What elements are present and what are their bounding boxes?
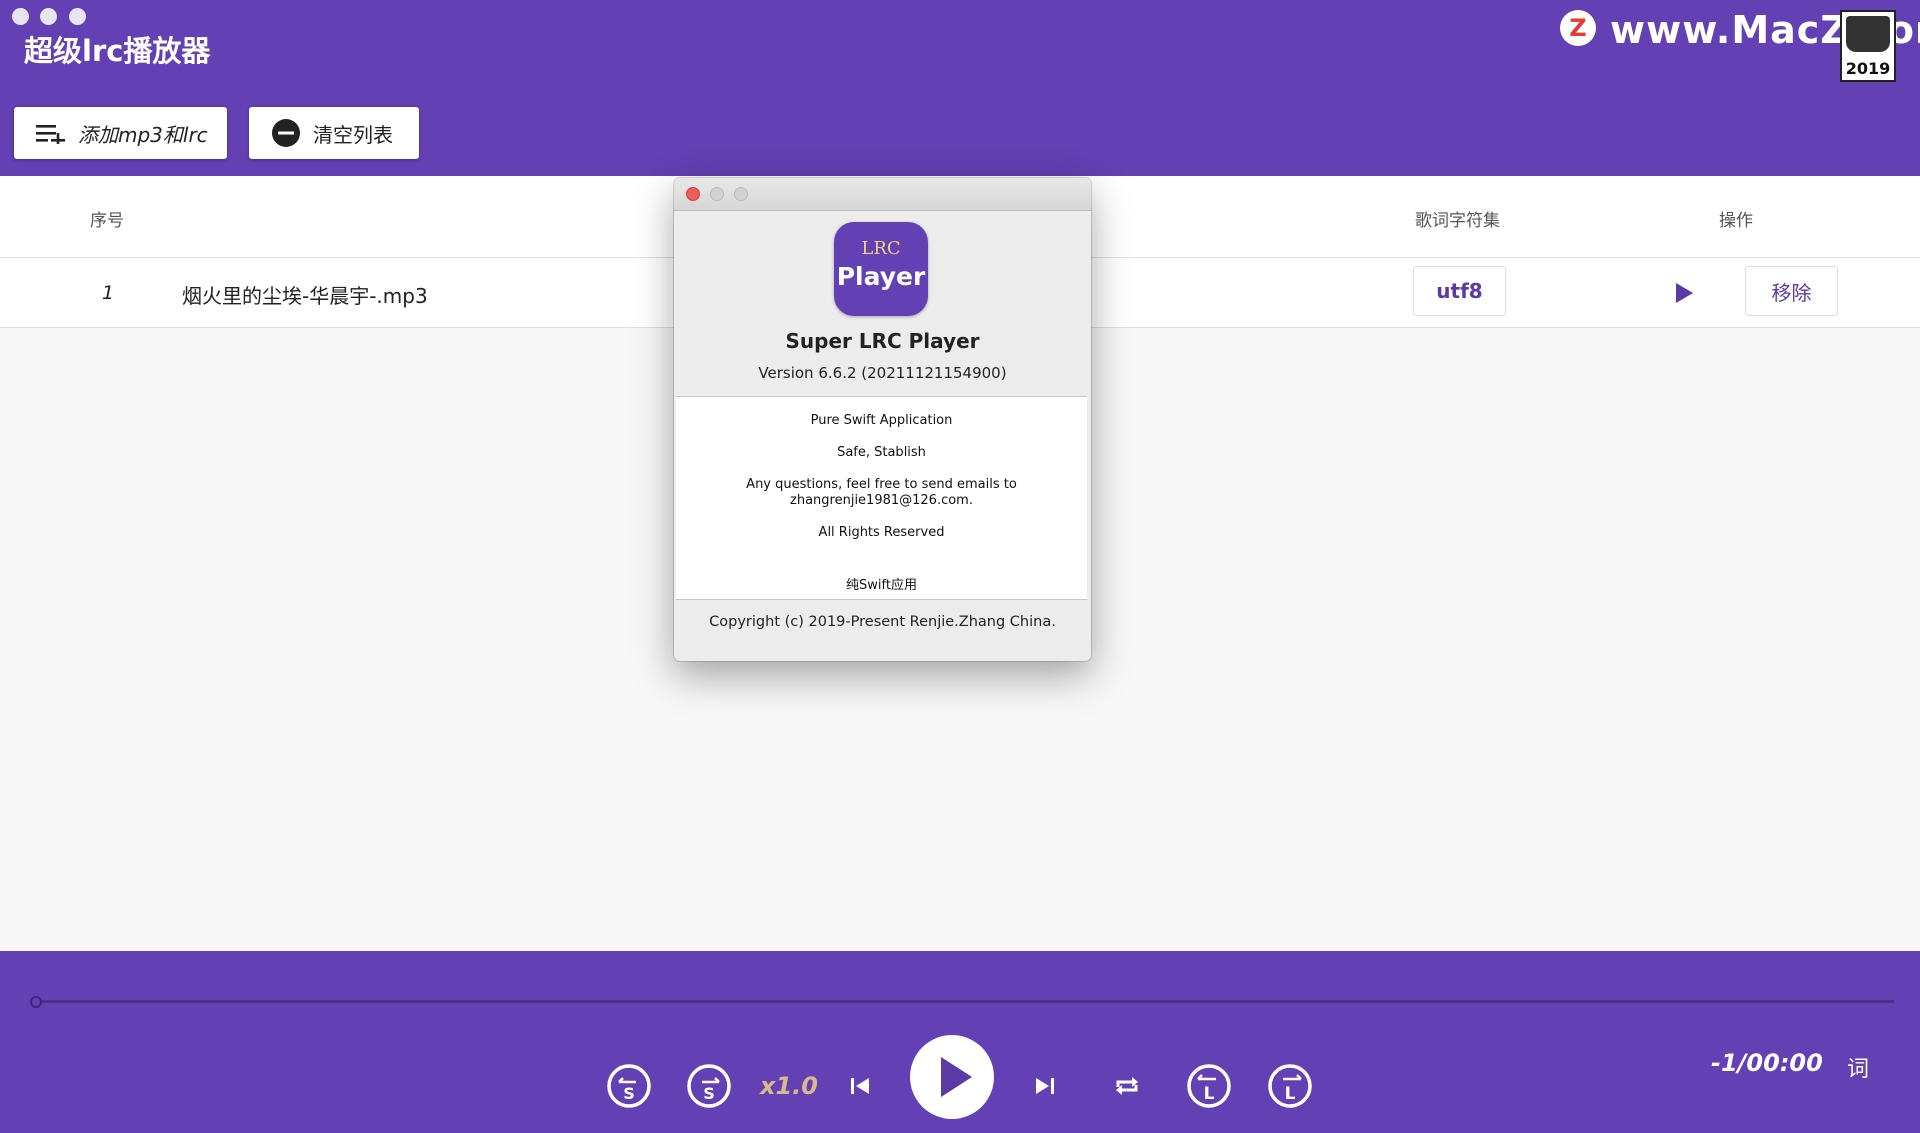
credit-line: Any questions, feel free to send emails … bbox=[746, 477, 1017, 492]
credit-line: All Rights Reserved bbox=[818, 525, 945, 540]
lyric-forward-letter: L bbox=[1285, 1084, 1296, 1104]
about-app-name: Super LRC Player bbox=[785, 329, 980, 353]
lyric-back-icon[interactable]: L bbox=[1186, 1063, 1232, 1109]
lyrics-toggle[interactable]: 词 bbox=[1847, 1051, 1869, 1083]
time-display: -1/00:00 bbox=[1711, 1049, 1823, 1077]
app-title: 超级lrc播放器 bbox=[24, 34, 211, 68]
header-charset: 歌词字符集 bbox=[1415, 211, 1500, 231]
dialog-zoom-button[interactable] bbox=[734, 187, 748, 201]
window-zoom-button[interactable] bbox=[69, 8, 86, 25]
remove-button[interactable]: 移除 bbox=[1745, 266, 1838, 316]
play-button[interactable] bbox=[910, 1035, 994, 1119]
dialog-title-bar bbox=[674, 178, 1091, 211]
play-icon bbox=[941, 1057, 972, 1097]
watermark-badge: 2019 bbox=[1840, 10, 1896, 82]
window-close-button[interactable] bbox=[12, 8, 29, 25]
badge-mark-icon bbox=[1846, 16, 1890, 52]
seek-forward-letter: S bbox=[703, 1084, 715, 1103]
dialog-minimize-button[interactable] bbox=[710, 187, 724, 201]
next-track-icon[interactable] bbox=[1033, 1074, 1057, 1098]
clear-list-button[interactable]: 清空列表 bbox=[249, 107, 419, 159]
header-index: 序号 bbox=[90, 211, 124, 231]
credit-line: Safe, Stablish bbox=[837, 445, 926, 460]
progress-track[interactable] bbox=[34, 1000, 1894, 1003]
app-window: 超级lrc播放器 Z www.MacZ.com 2019 添加mp3和lrc bbox=[0, 0, 1920, 1133]
row-play-icon[interactable] bbox=[1668, 278, 1698, 308]
watermark: Z www.MacZ.com 2019 bbox=[1560, 8, 1920, 84]
playback-speed[interactable]: x1.0 bbox=[760, 1072, 818, 1100]
clear-button-label: 清空列表 bbox=[313, 122, 393, 147]
add-mp3-lrc-button[interactable]: 添加mp3和lrc bbox=[14, 107, 227, 159]
lyric-forward-icon[interactable]: L bbox=[1267, 1063, 1313, 1109]
title-bar: 超级lrc播放器 Z www.MacZ.com 2019 bbox=[0, 0, 1920, 93]
app-icon-line2: Player bbox=[836, 262, 926, 291]
row-index: 1 bbox=[102, 282, 115, 304]
charset-button[interactable]: utf8 bbox=[1413, 266, 1506, 316]
header-actions: 操作 bbox=[1719, 211, 1753, 231]
lyric-back-letter: L bbox=[1204, 1084, 1215, 1104]
add-button-label: 添加mp3和lrc bbox=[78, 122, 208, 147]
repeat-icon[interactable] bbox=[1114, 1074, 1140, 1098]
previous-track-icon[interactable] bbox=[848, 1074, 872, 1098]
progress-knob[interactable] bbox=[30, 996, 42, 1008]
toolbar: 添加mp3和lrc 清空列表 bbox=[0, 93, 1920, 176]
about-credits[interactable]: Pure Swift Application Safe, Stablish An… bbox=[676, 396, 1087, 600]
about-version: Version 6.6.2 (20211121154900) bbox=[758, 364, 1007, 382]
credit-line: 纯Swift应用 bbox=[846, 578, 917, 593]
badge-year: 2019 bbox=[1845, 59, 1891, 78]
window-minimize-button[interactable] bbox=[40, 8, 57, 25]
app-icon: LRC Player bbox=[834, 222, 928, 316]
dialog-close-button[interactable] bbox=[686, 187, 700, 201]
credit-line: Pure Swift Application bbox=[810, 413, 953, 428]
about-dialog: LRC Player Super LRC Player Version 6.6.… bbox=[674, 178, 1091, 661]
credit-line: zhangrenjie1981@126.com. bbox=[790, 493, 973, 508]
player-bar: S S x1.0 L L -1/00:00 词 bbox=[0, 951, 1920, 1133]
seek-back-icon[interactable]: S bbox=[606, 1063, 652, 1109]
seek-forward-icon[interactable]: S bbox=[686, 1063, 732, 1109]
row-file-name: 烟火里的尘埃-华晨宇-.mp3 bbox=[182, 284, 428, 308]
seek-back-letter: S bbox=[623, 1084, 635, 1103]
playlist-add-icon bbox=[36, 122, 66, 144]
app-icon-line1: LRC bbox=[861, 238, 901, 259]
watermark-logo-icon: Z bbox=[1560, 10, 1596, 46]
about-copyright: Copyright (c) 2019-Present Renjie.Zhang … bbox=[709, 614, 1056, 630]
minus-circle-icon bbox=[271, 118, 301, 148]
